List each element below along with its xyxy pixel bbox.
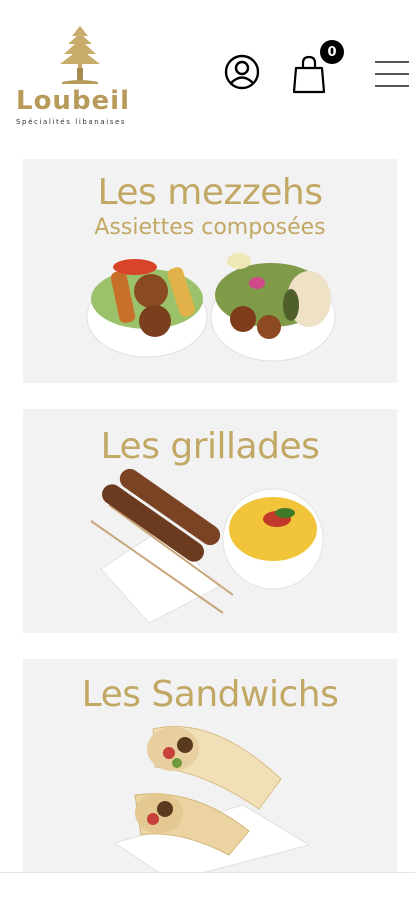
cart-count-badge: 0 (320, 40, 344, 64)
category-card-grillades[interactable]: Les grillades (23, 409, 397, 633)
category-list: Les mezzehs Assiettes composées Les gril… (23, 159, 397, 900)
category-subtitle: Assiettes composées (94, 215, 326, 240)
category-card-sandwichs[interactable]: Les Sandwichs (23, 659, 397, 883)
account-button[interactable] (222, 50, 262, 94)
category-card-mezzehs[interactable]: Les mezzehs Assiettes composées (23, 159, 397, 383)
category-title: Les Sandwichs (81, 674, 339, 715)
cart-button[interactable]: 0 (288, 40, 344, 94)
brand-logo[interactable]: Loubeil Spécialités libanaises (12, 24, 152, 128)
bottom-bar (0, 872, 415, 900)
category-title: Les mezzehs (97, 172, 323, 213)
brand-wordmark: Loubeil (16, 86, 131, 116)
hamburger-menu-icon (375, 61, 409, 87)
brand-tagline: Spécialités libanaises (16, 118, 127, 126)
site-header: Loubeil Spécialités libanaises 0 (0, 0, 415, 140)
category-title: Les grillades (100, 426, 320, 467)
cedar-tree-icon (60, 26, 100, 84)
user-icon (224, 54, 260, 90)
menu-button[interactable] (374, 56, 410, 92)
shopping-bag-icon (292, 55, 326, 94)
